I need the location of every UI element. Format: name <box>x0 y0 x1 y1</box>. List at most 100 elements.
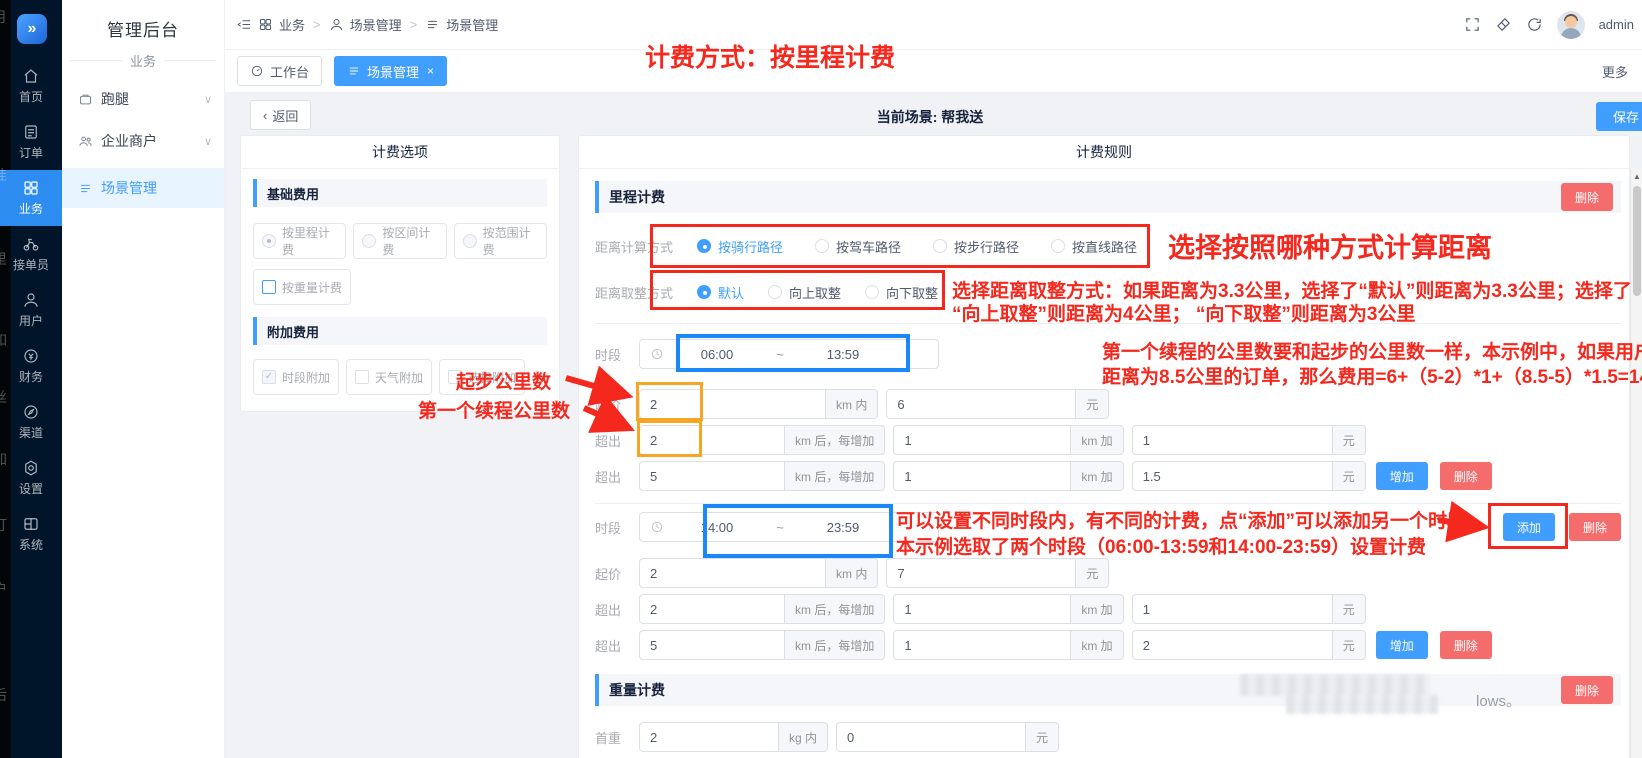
gear-icon <box>22 459 40 477</box>
step-km-input[interactable] <box>893 630 1071 660</box>
step-km-input[interactable] <box>893 594 1071 624</box>
delete-period-button[interactable]: 删除 <box>1569 513 1621 541</box>
fullscreen-icon[interactable] <box>1464 16 1481 33</box>
billing-rules-panel: 计费规则 里程计费 删除 距离计算方式 按骑行路径 按驾车路径 按步行路径 按直… <box>578 135 1630 758</box>
radio-walking-route[interactable]: 按步行路径 <box>933 237 1019 256</box>
period-end-time[interactable]: 23:59 <box>800 520 886 535</box>
edge-char: 里 <box>0 252 7 266</box>
period-start-time[interactable]: 14:00 <box>674 520 760 535</box>
time-range-picker-1[interactable]: 06:00 ~ 13:59 <box>639 339 939 369</box>
base-km-input[interactable] <box>639 389 826 419</box>
first-weight-row: 首重 kg 内 元 <box>595 722 1621 752</box>
base-fee-input[interactable] <box>886 389 1076 419</box>
checkbox-weather-surcharge[interactable]: 天气附加 <box>346 359 432 395</box>
step-fee-input[interactable] <box>1132 630 1333 660</box>
time-period-row-1: 时段 06:00 ~ 13:59 <box>595 339 1621 369</box>
rail-item-orders[interactable]: 订单 <box>0 114 62 170</box>
rail-item-channel[interactable]: 渠道 <box>0 394 62 450</box>
breadcrumb-business[interactable]: 业务 <box>279 15 305 34</box>
breadcrumb-scene-mgmt[interactable]: 场景管理 <box>350 15 402 34</box>
radio-by-mileage[interactable]: 按里程计费 <box>253 223 346 259</box>
delete-row-button[interactable]: 删除 <box>1440 631 1492 659</box>
scrollbar-thumb[interactable] <box>1633 186 1641 296</box>
rail-item-courier[interactable]: 接单员 <box>0 226 62 282</box>
checkbox-by-weight[interactable]: 按重量计费 <box>253 269 351 305</box>
delete-weight-section-button[interactable]: 删除 <box>1561 676 1613 704</box>
rail-item-users[interactable]: 用户 <box>0 282 62 338</box>
over-km-input[interactable] <box>639 630 785 660</box>
radio-round-default[interactable]: 默认 <box>697 283 744 302</box>
tab-workbench[interactable]: 工作台 <box>237 56 322 86</box>
more-button[interactable]: 更多 <box>1602 62 1628 81</box>
checkbox-select-surcharge[interactable]: 选择附加 <box>439 359 525 395</box>
edge-char: 丝 <box>0 390 7 404</box>
base-price-row: 起价 km 内 元 <box>595 558 1621 588</box>
radio-straight-line-route[interactable]: 按直线路径 <box>1051 237 1137 256</box>
rail-item-settings[interactable]: 设置 <box>0 450 62 506</box>
scroll-up-arrow-icon[interactable]: ▲ <box>1631 172 1642 181</box>
first-weight-input[interactable] <box>639 722 779 752</box>
vertical-scrollbar[interactable]: ▲ <box>1630 168 1642 758</box>
breadcrumb-scene-mgmt-2[interactable]: 场景管理 <box>446 15 498 34</box>
radio-icon <box>362 234 376 248</box>
checkbox-time-surcharge[interactable]: ✓时段附加 <box>253 359 339 395</box>
first-weight-fee-input[interactable] <box>836 722 1026 752</box>
step-km-input[interactable] <box>893 461 1071 491</box>
radio-icon <box>933 239 947 253</box>
radio-by-range[interactable]: 按范围计费 <box>454 223 547 259</box>
radio-icon <box>1051 239 1065 253</box>
refresh-icon[interactable] <box>1526 16 1543 33</box>
over-km-input[interactable] <box>639 425 785 455</box>
base-km-input[interactable] <box>639 558 826 588</box>
increase-row-button[interactable]: 增加 <box>1376 462 1428 490</box>
over-row: 超出 km 后，每增加 km 加 元 <box>595 594 1621 624</box>
rail-item-label: 首页 <box>19 88 43 105</box>
menu-item-paotui[interactable]: 跑腿 ∨ <box>62 78 224 120</box>
delete-row-button[interactable]: 删除 <box>1440 462 1492 490</box>
over-km-input[interactable] <box>639 594 785 624</box>
over-km-input[interactable] <box>639 461 785 491</box>
period-label: 时段 <box>595 518 639 537</box>
step-fee-input[interactable] <box>1132 461 1333 491</box>
list-icon <box>78 181 93 196</box>
row-label: 超出 <box>595 600 639 619</box>
rail-item-finance[interactable]: 财务 <box>0 338 62 394</box>
radio-riding-route[interactable]: 按骑行路径 <box>697 237 783 256</box>
increase-row-button[interactable]: 增加 <box>1376 631 1428 659</box>
chevron-down-icon: ∨ <box>204 93 212 106</box>
radio-round-up[interactable]: 向上取整 <box>768 283 841 302</box>
app-logo-icon[interactable]: » <box>17 14 47 44</box>
time-range-picker-2[interactable]: 14:00 ~ 23:59 <box>639 512 939 542</box>
collapse-sidebar-icon[interactable] <box>237 17 252 32</box>
radio-by-interval[interactable]: 按区间计费 <box>353 223 446 259</box>
period-start-time[interactable]: 06:00 <box>674 347 760 362</box>
unit-addon: 元 <box>1333 461 1366 491</box>
unit-addon: km 后，每增加 <box>785 425 885 455</box>
theme-skin-icon[interactable] <box>1495 16 1512 33</box>
menu-item-merchants[interactable]: 企业商户 ∨ <box>62 120 224 162</box>
period-end-time[interactable]: 13:59 <box>800 347 886 362</box>
rail-item-system[interactable]: 系统 <box>0 506 62 562</box>
clock-icon <box>650 347 664 361</box>
save-button[interactable]: 保存 <box>1596 102 1642 131</box>
grid-icon <box>258 17 273 32</box>
tab-scene-management[interactable]: 场景管理 × <box>334 56 447 86</box>
add-period-button[interactable]: 添加 <box>1503 513 1555 541</box>
rail-item-home[interactable]: 首页 <box>0 58 62 114</box>
base-fee-section-header: 基础费用 <box>253 179 547 207</box>
step-km-input[interactable] <box>893 425 1071 455</box>
base-fee-input[interactable] <box>886 558 1076 588</box>
rail-item-business[interactable]: 业务 <box>0 170 62 226</box>
radio-driving-route[interactable]: 按驾车路径 <box>815 237 901 256</box>
username[interactable]: admin <box>1599 17 1634 32</box>
close-icon[interactable]: × <box>427 64 434 78</box>
radio-round-down[interactable]: 向下取整 <box>865 283 938 302</box>
step-fee-input[interactable] <box>1132 594 1333 624</box>
edge-char: 月 <box>0 10 7 24</box>
avatar[interactable] <box>1557 11 1585 39</box>
delete-mileage-section-button[interactable]: 删除 <box>1561 183 1613 211</box>
breadcrumb: 业务 > 场景管理 > 场景管理 <box>237 15 498 34</box>
back-button[interactable]: ‹返回 <box>250 100 311 130</box>
step-fee-input[interactable] <box>1132 425 1333 455</box>
menu-item-scene-management[interactable]: 场景管理 <box>62 168 224 208</box>
